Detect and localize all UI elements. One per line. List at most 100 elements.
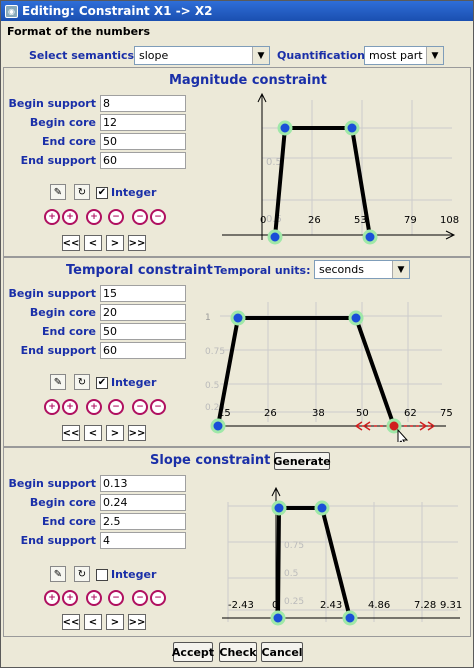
- zoom-in-icon[interactable]: +: [62, 209, 78, 225]
- nav-next-button[interactable]: >: [106, 425, 124, 441]
- window-title: Editing: Constraint X1 -> X2: [22, 4, 213, 18]
- nav-next-button[interactable]: >: [106, 614, 124, 630]
- begin-core-input[interactable]: 0.24: [100, 494, 186, 511]
- checkbox-box[interactable]: [96, 568, 108, 581]
- eraser-icon[interactable]: ✎: [50, 374, 66, 390]
- zoom-out-icon[interactable]: −: [108, 590, 124, 606]
- generate-button[interactable]: Generate: [273, 452, 331, 470]
- temporal-units-select[interactable]: seconds ▼: [314, 260, 410, 279]
- xtick-label: 108: [440, 215, 459, 226]
- zoom-out-icon[interactable]: −: [150, 209, 166, 225]
- semantics-select[interactable]: slope ▼: [134, 46, 270, 65]
- ytick-label: 0.75: [284, 541, 304, 551]
- refresh-icon[interactable]: ↻: [74, 566, 90, 582]
- zoom-out-icon[interactable]: −: [132, 209, 148, 225]
- xtick-label: -2.43: [228, 600, 254, 611]
- nav-prev-button[interactable]: <: [84, 614, 102, 630]
- xtick-label: 26: [264, 408, 277, 419]
- zoom-in-icon[interactable]: +: [62, 590, 78, 606]
- temporal-chart[interactable]: 1 0.75 0.5 0.25 15 26 38 50 62 75: [202, 292, 466, 442]
- check-button[interactable]: Check: [219, 642, 257, 662]
- zoom-out-icon[interactable]: −: [108, 399, 124, 415]
- zoom-out-icon[interactable]: −: [132, 399, 148, 415]
- begin-core-input[interactable]: 20: [100, 304, 186, 321]
- chevron-down-icon[interactable]: ▼: [252, 47, 269, 64]
- ytick-label: 0.5: [266, 214, 282, 225]
- point-end-core[interactable]: [314, 500, 330, 516]
- integer-checkbox[interactable]: ✔ Integer: [96, 186, 156, 199]
- xtick-label: 9.31: [440, 600, 462, 611]
- integer-checkbox[interactable]: ✔ Integer: [96, 376, 156, 389]
- point-begin-core[interactable]: [230, 310, 246, 326]
- checkbox-box[interactable]: ✔: [96, 376, 108, 389]
- begin-support-input[interactable]: 8: [100, 95, 186, 112]
- zoom-out-icon[interactable]: −: [150, 399, 166, 415]
- nav-last-button[interactable]: >>: [128, 425, 146, 441]
- point-end-support[interactable]: [342, 610, 358, 626]
- field-label: End core: [41, 515, 96, 528]
- nav-last-button[interactable]: >>: [128, 235, 146, 251]
- zoom-out-icon[interactable]: −: [150, 590, 166, 606]
- zoom-in-icon[interactable]: +: [44, 590, 60, 606]
- nav-last-button[interactable]: >>: [128, 614, 146, 630]
- point-end-support[interactable]: [362, 229, 378, 245]
- point-begin-support[interactable]: [210, 418, 226, 434]
- nav-next-button[interactable]: >: [106, 235, 124, 251]
- chevron-down-icon[interactable]: ▼: [392, 261, 409, 278]
- zoom-out-icon[interactable]: −: [132, 590, 148, 606]
- semantics-value: slope: [139, 49, 169, 62]
- point-begin-support[interactable]: [267, 229, 283, 245]
- zoom-out-icon[interactable]: −: [108, 209, 124, 225]
- point-begin-core[interactable]: [271, 500, 287, 516]
- nav-first-button[interactable]: <<: [62, 614, 80, 630]
- integer-label: Integer: [111, 568, 157, 581]
- ytick-label: 1: [205, 313, 211, 323]
- end-core-input[interactable]: 2.5: [100, 513, 186, 530]
- begin-support-input[interactable]: 15: [100, 285, 186, 302]
- end-support-input[interactable]: 60: [100, 342, 186, 359]
- begin-core-input[interactable]: 12: [100, 114, 186, 131]
- point-begin-core[interactable]: [277, 120, 293, 136]
- eraser-icon[interactable]: ✎: [50, 184, 66, 200]
- zoom-in-icon[interactable]: +: [86, 209, 102, 225]
- zoom-in-icon[interactable]: +: [86, 590, 102, 606]
- point-begin-support[interactable]: [270, 610, 286, 626]
- xtick-label: 50: [356, 408, 369, 419]
- nav-first-button[interactable]: <<: [62, 425, 80, 441]
- end-support-input[interactable]: 4: [100, 532, 186, 549]
- field-label: End core: [41, 325, 96, 338]
- magnitude-chart[interactable]: 0.5 0.5 0 26 53 79 108: [212, 90, 468, 252]
- temporal-units-value: seconds: [319, 263, 364, 276]
- end-core-input[interactable]: 50: [100, 133, 186, 150]
- integer-checkbox[interactable]: Integer: [96, 568, 156, 581]
- xtick-label: 79: [404, 215, 417, 226]
- title-bar[interactable]: ◉ Editing: Constraint X1 -> X2: [1, 1, 473, 21]
- point-end-core[interactable]: [348, 310, 364, 326]
- field-label: End support: [20, 154, 96, 167]
- slope-panel: Slope constraint Generate Begin support …: [3, 447, 471, 637]
- end-support-input[interactable]: 60: [100, 152, 186, 169]
- zoom-in-icon[interactable]: +: [86, 399, 102, 415]
- checkbox-box[interactable]: ✔: [96, 186, 108, 199]
- point-end-core[interactable]: [344, 120, 360, 136]
- eraser-icon[interactable]: ✎: [50, 566, 66, 582]
- zoom-in-icon[interactable]: +: [62, 399, 78, 415]
- quantification-value: most part: [369, 49, 423, 62]
- refresh-icon[interactable]: ↻: [74, 374, 90, 390]
- nav-first-button[interactable]: <<: [62, 235, 80, 251]
- quantification-select[interactable]: most part ▼: [364, 46, 444, 65]
- accept-button[interactable]: Accept: [172, 642, 214, 662]
- xtick-label: 2.43: [320, 600, 342, 611]
- zoom-in-icon[interactable]: +: [44, 399, 60, 415]
- refresh-icon[interactable]: ↻: [74, 184, 90, 200]
- slope-title: Slope constraint: [150, 453, 271, 468]
- end-core-input[interactable]: 50: [100, 323, 186, 340]
- chevron-down-icon[interactable]: ▼: [426, 47, 443, 64]
- cancel-button[interactable]: Cancel: [261, 642, 303, 662]
- nav-prev-button[interactable]: <: [84, 425, 102, 441]
- slope-chart[interactable]: 0.75 0.5 0.25 -2.43 0 2.43 4.86 7.28 9.3…: [208, 482, 466, 628]
- zoom-in-icon[interactable]: +: [44, 209, 60, 225]
- field-label: Begin core: [29, 496, 96, 509]
- nav-prev-button[interactable]: <: [84, 235, 102, 251]
- begin-support-input[interactable]: 0.13: [100, 475, 186, 492]
